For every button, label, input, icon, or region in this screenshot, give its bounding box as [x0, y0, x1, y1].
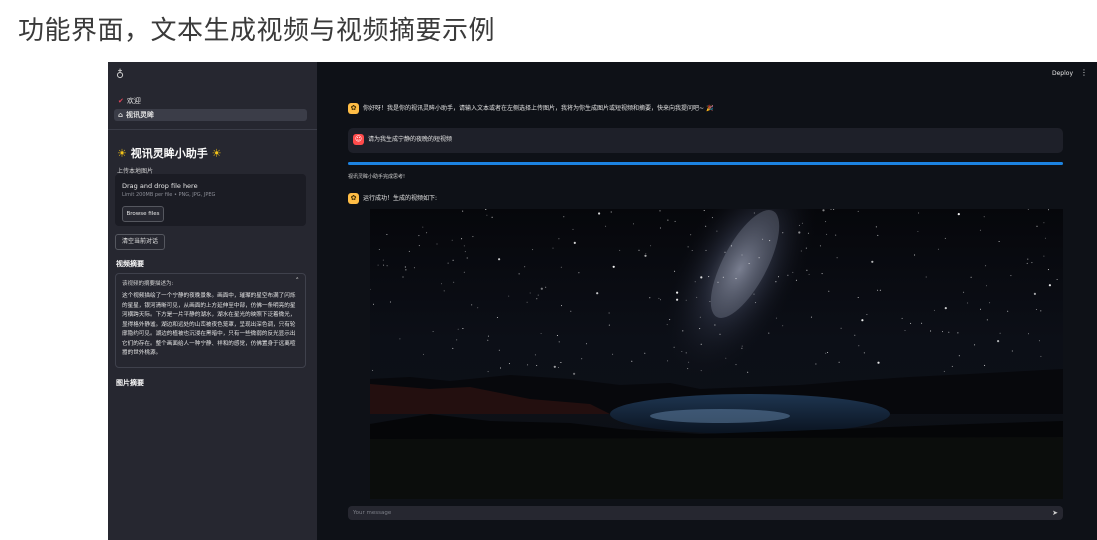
chat-input[interactable]: Your message ➤	[348, 506, 1063, 520]
deploy-button[interactable]: Deploy	[1052, 70, 1073, 77]
sidebar-divider	[108, 129, 317, 130]
sidebar-item-welcome[interactable]: ✔ 欢迎	[114, 95, 307, 107]
bot-greeting-message: ✿ 你好呀！我是你的视讯灵眸小助手，请输入文本或者在左侧选择上传图片，我将为你生成…	[348, 103, 713, 114]
bot-result-message: ✿ 运行成功！生成的视频如下:	[348, 193, 437, 204]
summary-expander[interactable]: 该视频的摘要描述为: ˄ 这个视频描绘了一个宁静的夜晚景象。画面中，璀璨的星空布…	[115, 273, 306, 368]
bot-avatar-icon: ✿	[348, 193, 359, 204]
sidebar-item-label: 欢迎	[126, 97, 141, 105]
chat-input-placeholder: Your message	[353, 510, 392, 516]
user-message-text: 请为我生成宁静的夜晚的短视频	[368, 136, 453, 143]
greeting-text: 你好呀！我是你的视讯灵眸小助手，请输入文本或者在左侧选择上传图片，我将为你生成图…	[363, 105, 705, 112]
progress-bar	[348, 162, 1063, 165]
user-message: ☺ 请为我生成宁静的夜晚的短视频	[348, 128, 1063, 153]
app-window: ♁ ✔ 欢迎 ⌂ 视讯灵眸 ☀ 视讯灵眸小助手 ☀ 上传本地图片 Drag and …	[108, 62, 1097, 540]
summary-header: 该视频的摘要描述为:	[122, 281, 174, 287]
main-panel: Deploy ⋮ ✿ 你好呀！我是你的视讯灵眸小助手，请输入文本或者在左侧选择上传…	[317, 62, 1097, 540]
send-icon[interactable]: ➤	[1052, 506, 1058, 520]
chevron-up-icon[interactable]: ˄	[296, 277, 300, 285]
page-caption: 功能界面，文本生成视频与视频摘要示例	[18, 16, 496, 46]
file-dropzone[interactable]: Drag and drop file here Limit 200MB per …	[115, 174, 306, 226]
video-summary-title: 视频摘要	[116, 260, 144, 268]
night-lake-scene	[370, 209, 1063, 499]
sidebar-nav: ✔ 欢迎 ⌂ 视讯灵眸	[114, 95, 307, 123]
progress-status-text: 视讯灵眸小助手完成思考!	[348, 174, 406, 180]
clear-chat-button[interactable]: 清空当前对话	[115, 234, 165, 250]
sun-icon: ☀	[117, 147, 127, 160]
app-logo-icon: ♁	[116, 68, 125, 81]
party-emoji-icon: 🎉	[704, 105, 714, 112]
sidebar: ♁ ✔ 欢迎 ⌂ 视讯灵眸 ☀ 视讯灵眸小助手 ☀ 上传本地图片 Drag and …	[108, 62, 317, 540]
dropzone-title: Drag and drop file here	[122, 182, 198, 190]
summary-text: 这个视频描绘了一个宁静的夜晚景象。画面中，璀璨的星空布满了闪烁的星星，银河清晰可…	[122, 293, 296, 356]
progress-fill	[348, 162, 1063, 165]
sidebar-item-label: 视讯灵眸	[126, 111, 155, 119]
browse-files-button[interactable]: Browse files	[122, 206, 164, 222]
result-text: 运行成功！生成的视频如下:	[363, 195, 438, 202]
sun-icon: ☀	[211, 147, 222, 160]
house-icon: ⌂	[118, 111, 124, 119]
sidebar-title-text: 视讯灵眸小助手	[130, 147, 208, 160]
sidebar-title: ☀ 视讯灵眸小助手 ☀	[117, 145, 221, 161]
generated-video[interactable]	[370, 209, 1063, 499]
user-avatar-icon: ☺	[353, 134, 364, 145]
more-menu-icon[interactable]: ⋮	[1080, 68, 1088, 77]
image-summary-title: 图片摘要	[116, 379, 144, 387]
bot-avatar-icon: ✿	[348, 103, 359, 114]
dropzone-limit: Limit 200MB per file • PNG, JPG, JPEG	[122, 192, 216, 198]
sidebar-item-assistant[interactable]: ⌂ 视讯灵眸	[114, 109, 307, 121]
heart-icon: ✔	[118, 97, 124, 105]
